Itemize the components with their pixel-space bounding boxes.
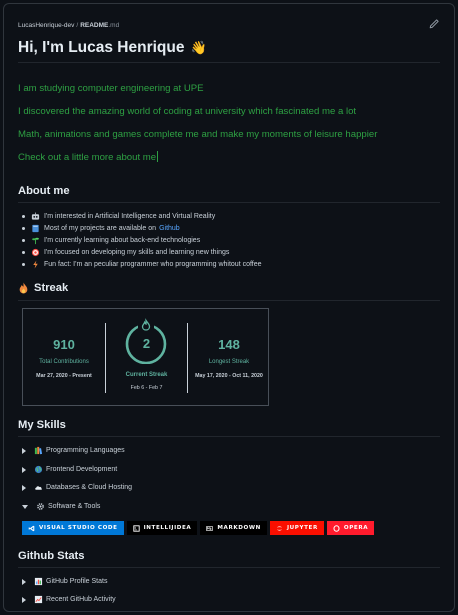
breadcrumb: LucasHenrique-dev / README.md (18, 21, 120, 29)
skills-summary-databases[interactable]: Databases & Cloud Hosting (22, 482, 132, 493)
target-icon (31, 248, 40, 256)
badge-jupyter: JUPYTER (269, 521, 324, 535)
skills-summary-tools[interactable]: Software & Tools (22, 501, 100, 512)
stats-divider (18, 567, 440, 568)
jupyter-icon (277, 525, 282, 531)
markdown-icon (206, 525, 214, 531)
github-link[interactable]: Github (159, 225, 180, 232)
gear-icon (37, 503, 44, 510)
text-cursor (157, 151, 159, 162)
total-contributions: 910 Total Contributions Mar 27, 2020 - P… (23, 309, 105, 407)
streak-divider (18, 300, 440, 301)
list-item: Most of my projects are available on Gith… (22, 223, 262, 235)
longest-streak-range: May 17, 2020 - Oct 11, 2020 (195, 373, 263, 379)
current-streak-value: 2 (142, 336, 151, 351)
expand-triangle-icon (22, 484, 26, 491)
expand-triangle-icon (22, 447, 26, 454)
badge-intellij: INTELLIJIDEA (126, 521, 198, 535)
total-contributions-label: Total Contributions (39, 359, 89, 365)
chart-icon (34, 577, 43, 586)
list-item: I'm interested in Artificial Intelligenc… (22, 211, 262, 223)
skills-divider (18, 436, 440, 437)
tools-badges: VISUAL STUDIO CODE INTELLIJIDEA MARKDOWN… (22, 521, 375, 535)
expand-triangle-icon (22, 466, 26, 473)
cloud-icon (35, 486, 42, 490)
books-icon (34, 446, 43, 455)
about-divider (18, 202, 440, 203)
opera-icon (333, 524, 340, 532)
collapse-triangle-icon (22, 504, 28, 509)
streak-heading: Streak (18, 282, 68, 294)
current-streak-range: Feb 6 - Feb 7 (130, 385, 163, 391)
file-path-bar: LucasHenrique-dev / README.md (18, 18, 440, 32)
lightning-icon (33, 260, 38, 269)
robot-icon (31, 212, 40, 221)
stats-summary-profile[interactable]: GitHub Profile Stats (22, 576, 107, 587)
title-divider (18, 62, 440, 63)
current-streak-label: Current Streak (125, 372, 168, 378)
total-contributions-value: 910 (53, 337, 75, 352)
page-title: Hi, I'm Lucas Henrique 👋 (18, 39, 207, 57)
intro-line-3: Math, animations and games complete me a… (18, 129, 378, 140)
longest-streak: 148 Longest Streak May 17, 2020 - Oct 11… (188, 309, 270, 407)
breadcrumb-user[interactable]: LucasHenrique-dev (18, 22, 74, 29)
about-heading: About me (18, 185, 70, 197)
stats-summary-activity[interactable]: Recent GitHub Activity (22, 594, 116, 605)
intellij-icon (132, 524, 140, 532)
waving-hand-icon: 👋 (190, 40, 207, 55)
globe-icon (34, 465, 43, 474)
intro-line-2: I discovered the amazing world of coding… (18, 106, 357, 117)
expand-triangle-icon (22, 578, 26, 585)
edit-pencil-icon[interactable] (428, 18, 440, 30)
total-contributions-range: Mar 27, 2020 - Present (36, 373, 92, 379)
fire-icon (19, 282, 28, 294)
skills-summary-programming[interactable]: Programming Languages (22, 445, 125, 456)
intro-line-1: I am studying computer engineering at UP… (18, 83, 204, 94)
trend-icon (34, 595, 43, 604)
vscode-icon (28, 525, 35, 531)
list-item: I'm focused on developing my skills and … (22, 246, 262, 258)
current-streak: 2 Current Streak Feb 6 - Feb 7 (106, 309, 187, 407)
badge-vscode: VISUAL STUDIO CODE (22, 521, 124, 535)
list-item: I'm currently learning about back-end te… (22, 235, 262, 247)
stats-heading: Github Stats (18, 550, 85, 562)
streak-stats-card: 910 Total Contributions Mar 27, 2020 - P… (22, 308, 269, 406)
badge-markdown: MARKDOWN (200, 521, 267, 535)
seedling-icon (32, 237, 39, 245)
list-item: Fun fact: I'm an peculiar programmer who… (22, 258, 262, 270)
book-icon (32, 225, 39, 233)
skills-summary-frontend[interactable]: Frontend Development (22, 464, 117, 475)
skills-heading: My Skills (18, 419, 66, 431)
expand-triangle-icon (22, 596, 26, 603)
intro-line-4: Check out a little more about me (18, 151, 159, 163)
title-text: Hi, I'm Lucas Henrique (18, 39, 185, 56)
readme-panel: LucasHenrique-dev / README.md Hi, I'm Luca… (3, 3, 455, 612)
longest-streak-value: 148 (218, 337, 240, 352)
about-list: I'm interested in Artificial Intelligenc… (22, 211, 262, 270)
badge-opera: OPERA (326, 521, 375, 535)
file-extension: .md (108, 21, 120, 29)
breadcrumb-file: README (80, 21, 109, 29)
longest-streak-label: Longest Streak (208, 359, 250, 365)
